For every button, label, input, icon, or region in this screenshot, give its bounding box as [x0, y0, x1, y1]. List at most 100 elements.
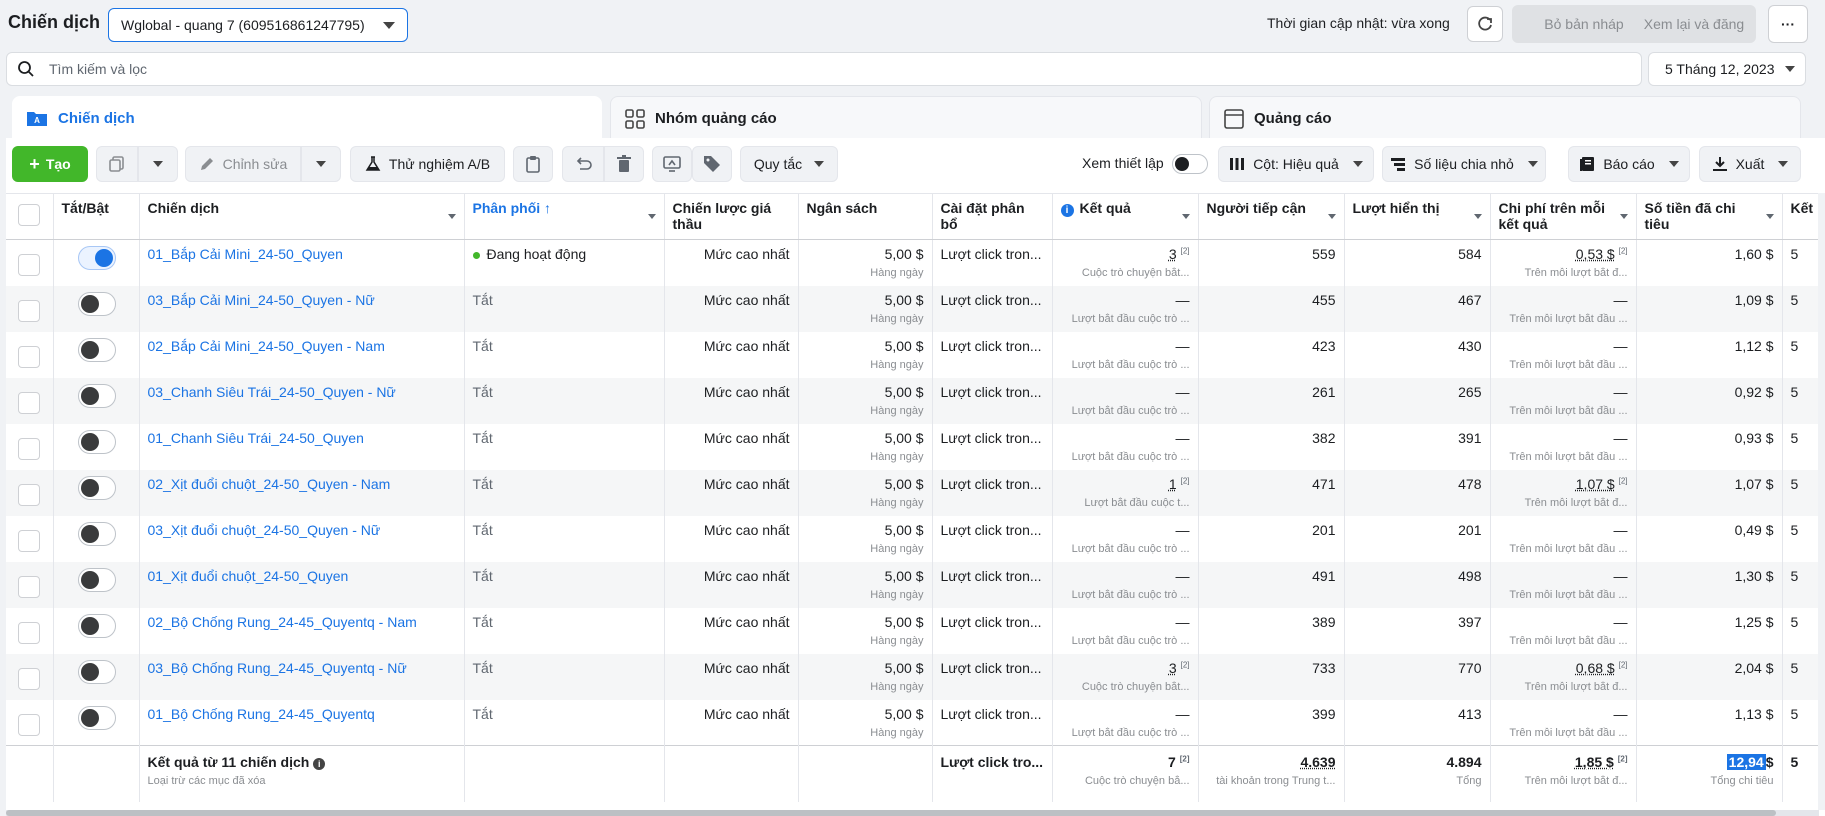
column-header-cost-per-result[interactable]: Chi phí trên mỗi kết quả	[1490, 193, 1637, 240]
column-header-results[interactable]: i Kết quả	[1052, 193, 1199, 240]
row-checkbox[interactable]	[18, 254, 41, 276]
ab-test-button[interactable]: Thử nghiệm A/B	[350, 146, 505, 182]
duplicate-button[interactable]	[96, 146, 138, 182]
column-header-impressions[interactable]: Lượt hiển thị	[1344, 193, 1491, 240]
campaign-toggle[interactable]	[77, 705, 116, 730]
duplicate-dropdown[interactable]	[138, 146, 178, 182]
horizontal-scrollbar[interactable]	[6, 810, 1819, 816]
table-row[interactable]: 02_Bộ Chống Rung_24-45_Quyentq - Nam Tắt M…	[6, 607, 1819, 654]
table-row[interactable]: 03_Chanh Siêu Trái_24-50_Quyen - Nữ Tắt Mứ…	[6, 377, 1819, 424]
row-checkbox[interactable]	[18, 667, 41, 690]
campaign-toggle[interactable]	[77, 613, 116, 638]
column-header-reach[interactable]: Người tiếp cận	[1198, 193, 1345, 240]
vertical-scrollbar[interactable]	[1818, 193, 1825, 810]
table-row[interactable]: 03_Bắp Cải Mini_24-50_Quyen - Nữ Tắt Mức c…	[6, 285, 1819, 332]
campaign-toggle[interactable]	[77, 291, 116, 316]
column-header-toggle[interactable]: Tắt/Bật	[53, 193, 140, 240]
campaign-toggle[interactable]	[77, 567, 116, 592]
column-header-amount-spent[interactable]: Số tiền đã chi tiêu	[1636, 193, 1783, 240]
row-checkbox[interactable]	[18, 437, 41, 460]
campaign-name-link[interactable]: 01_Chanh Siêu Trái_24-50_Quyen	[148, 430, 456, 446]
row-checkbox[interactable]	[18, 299, 41, 322]
campaign-name-link[interactable]: 01_Bắp Cải Mini_24-50_Quyen	[148, 246, 456, 262]
campaign-name-link[interactable]: 03_Chanh Siêu Trái_24-50_Quyen - Nữ	[148, 384, 456, 400]
undo-button[interactable]	[562, 146, 604, 182]
campaign-toggle[interactable]	[77, 246, 116, 270]
campaign-toggle[interactable]	[77, 521, 116, 546]
table-row[interactable]: 02_Xịt đuổi chuột_24-50_Quyen - Nam Tắt Mứ…	[6, 469, 1819, 516]
tab-campaigns[interactable]: A Chiến dịch	[12, 96, 602, 140]
budget-cell[interactable]: 5,00 $ Hàng ngày	[798, 239, 933, 286]
row-checkbox[interactable]	[18, 575, 41, 598]
campaign-name-link[interactable]: 01_Bộ Chống Rung_24-45_Quyentq	[148, 706, 456, 722]
budget-cell[interactable]: 5,00 $ Hàng ngày	[798, 561, 933, 608]
campaign-toggle[interactable]	[77, 383, 116, 408]
row-checkbox[interactable]	[18, 345, 41, 368]
edit-button[interactable]: Chỉnh sửa	[185, 146, 301, 182]
edit-dropdown[interactable]	[301, 146, 341, 182]
breakdown-button[interactable]: Số liệu chia nhỏ	[1382, 146, 1546, 182]
column-header-bid-strategy[interactable]: Chiến lược giá thầu	[664, 193, 799, 240]
budget-cell[interactable]: 5,00 $ Hàng ngày	[798, 469, 933, 516]
budget-cell[interactable]: 5,00 $ Hàng ngày	[798, 515, 933, 562]
clipboard-button[interactable]	[513, 146, 553, 182]
budget-cell[interactable]: 5,00 $ Hàng ngày	[798, 377, 933, 424]
campaign-name-link[interactable]: 03_Bắp Cải Mini_24-50_Quyen - Nữ	[148, 292, 456, 308]
tag-button[interactable]	[692, 146, 732, 182]
rules-button[interactable]: Quy tắc	[740, 146, 838, 182]
campaign-name-link[interactable]: 01_Xịt đuổi chuột_24-50_Quyen	[148, 568, 456, 584]
campaign-toggle[interactable]	[77, 337, 116, 362]
column-header-delivery[interactable]: Phân phối ↑	[464, 193, 665, 240]
preview-button[interactable]	[652, 146, 692, 182]
campaign-toggle[interactable]	[77, 659, 116, 684]
budget-cell[interactable]: 5,00 $ Hàng ngày	[798, 423, 933, 470]
table-row[interactable]: 03_Bộ Chống Rung_24-45_Quyentq - Nữ Tắt Mứ…	[6, 653, 1819, 700]
budget-cell[interactable]: 5,00 $ Hàng ngày	[798, 331, 933, 378]
create-button[interactable]: + Tạo	[12, 146, 88, 182]
table-row[interactable]: 03_Xịt đuổi chuột_24-50_Quyen - Nữ Tắt Mức…	[6, 515, 1819, 562]
campaign-name-link[interactable]: 03_Bộ Chống Rung_24-45_Quyentq - Nữ	[148, 660, 456, 676]
select-all-checkbox[interactable]	[18, 204, 41, 226]
budget-cell[interactable]: 5,00 $ Hàng ngày	[798, 699, 933, 746]
table-row[interactable]: 02_Bắp Cải Mini_24-50_Quyen - Nam Tắt Mức …	[6, 331, 1819, 378]
row-checkbox[interactable]	[18, 621, 41, 644]
row-checkbox[interactable]	[18, 713, 41, 736]
reports-button[interactable]: Báo cáo	[1568, 146, 1690, 182]
columns-button[interactable]: Cột: Hiệu quả	[1218, 146, 1374, 182]
budget-cell[interactable]: 5,00 $ Hàng ngày	[798, 653, 933, 700]
campaign-name-link[interactable]: 02_Bắp Cải Mini_24-50_Quyen - Nam	[148, 338, 456, 354]
budget-cell[interactable]: 5,00 $ Hàng ngày	[798, 607, 933, 654]
campaign-toggle[interactable]	[77, 475, 116, 500]
refresh-button[interactable]	[1467, 6, 1503, 42]
table-row[interactable]: 01_Xịt đuổi chuột_24-50_Quyen Tắt Mức cao …	[6, 561, 1819, 608]
export-button[interactable]: Xuất	[1699, 146, 1801, 182]
campaign-name-link[interactable]: 02_Bộ Chống Rung_24-45_Quyentq - Nam	[148, 614, 456, 630]
more-options-button[interactable]: ···	[1768, 5, 1808, 43]
delete-button[interactable]	[604, 146, 644, 182]
row-checkbox[interactable]	[18, 483, 41, 506]
table-row[interactable]: 01_Chanh Siêu Trái_24-50_Quyen Tắt Mức cao…	[6, 423, 1819, 470]
download-icon	[1712, 157, 1727, 171]
account-select[interactable]: Wglobal - quang 7 (609516861247795)	[108, 8, 408, 42]
table-row[interactable]: 01_Bộ Chống Rung_24-45_Quyentq Tắt Mức cao…	[6, 699, 1819, 746]
campaign-name-link[interactable]: 03_Xịt đuổi chuột_24-50_Quyen - Nữ	[148, 522, 456, 538]
campaign-name-link[interactable]: 02_Xịt đuổi chuột_24-50_Quyen - Nam	[148, 476, 456, 492]
budget-cell[interactable]: 5,00 $ Hàng ngày	[798, 285, 933, 332]
column-header-attribution[interactable]: Cài đặt phân bổ	[932, 193, 1053, 240]
tab-ad-sets[interactable]: Nhóm quảng cáo	[610, 96, 1202, 140]
row-checkbox[interactable]	[18, 529, 41, 552]
results-cell: — Lượt bắt đầu cuộc trò ...	[1052, 285, 1199, 332]
column-header-campaign[interactable]: Chiến dịch	[139, 193, 465, 240]
column-header-budget[interactable]: Ngân sách	[798, 193, 933, 240]
campaign-toggle[interactable]	[77, 429, 116, 454]
row-checkbox[interactable]	[18, 391, 41, 414]
view-setup-toggle[interactable]	[1172, 154, 1208, 174]
search-input[interactable]	[49, 61, 1549, 77]
scrollbar-thumb[interactable]	[6, 810, 1776, 816]
table-row[interactable]: 01_Bắp Cải Mini_24-50_Quyen Đang hoạt độn…	[6, 239, 1819, 286]
review-publish-button[interactable]: Xem lại và đăng	[1632, 5, 1756, 43]
date-range-picker[interactable]: 5 Tháng 12, 2023	[1648, 52, 1806, 86]
totals-spent-value[interactable]: 12,94	[1726, 754, 1766, 770]
tab-ads[interactable]: Quảng cáo	[1209, 96, 1801, 140]
column-header-ends[interactable]: Kết	[1782, 193, 1819, 240]
